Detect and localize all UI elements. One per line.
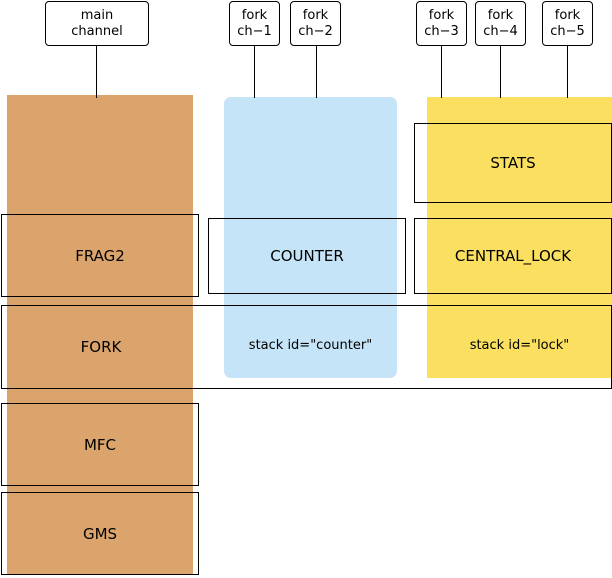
module-label: STATS — [490, 154, 536, 172]
module-frag2[interactable]: FRAG2 — [1, 214, 199, 297]
channel-label-line-2: ch−4 — [483, 23, 518, 39]
module-label: MFC — [83, 435, 117, 454]
channel-box-fork-ch-3[interactable]: fork ch−3 — [416, 1, 467, 46]
channel-box-fork-ch-5[interactable]: fork ch−5 — [542, 1, 593, 46]
connector-main-channel — [96, 46, 97, 98]
connector-fork-ch-5 — [567, 46, 568, 98]
channel-box-fork-ch-1[interactable]: fork ch−1 — [229, 1, 280, 46]
module-central-lock[interactable]: CENTRAL_LOCK — [414, 218, 612, 294]
channel-label-line-2: ch−2 — [298, 23, 333, 39]
module-mfc[interactable]: MFC — [1, 403, 199, 486]
channel-label-line-2: channel — [71, 23, 123, 39]
module-label: CENTRAL_LOCK — [454, 247, 572, 265]
channel-box-fork-ch-2[interactable]: fork ch−2 — [290, 1, 341, 46]
module-stats[interactable]: STATS — [414, 123, 612, 203]
channel-label-line-1: main — [80, 8, 114, 24]
channel-label-line-2: ch−5 — [550, 23, 585, 39]
connector-fork-ch-4 — [500, 46, 501, 98]
module-counter[interactable]: COUNTER — [208, 218, 406, 294]
module-label: GMS — [82, 524, 118, 543]
channel-label-line-1: fork — [487, 8, 514, 24]
channel-label-line-1: fork — [554, 8, 581, 24]
channel-label-line-1: fork — [241, 8, 268, 24]
channel-box-main-channel[interactable]: main channel — [45, 1, 149, 46]
module-label: FRAG2 — [75, 246, 125, 265]
connector-fork-ch-1 — [254, 46, 255, 98]
connector-fork-ch-3 — [441, 46, 442, 98]
channel-label-line-1: fork — [428, 8, 455, 24]
channel-label-line-2: ch−1 — [237, 23, 272, 39]
module-fork[interactable]: FORK — [1, 305, 612, 389]
module-gms[interactable]: GMS — [1, 492, 199, 575]
channel-label-line-1: fork — [302, 8, 329, 24]
connector-fork-ch-2 — [316, 46, 317, 98]
module-label: COUNTER — [270, 247, 344, 265]
channel-box-fork-ch-4[interactable]: fork ch−4 — [475, 1, 526, 46]
module-label: FORK — [80, 338, 122, 356]
protocol-stack-diagram: main channel fork ch−1 fork ch−2 fork ch… — [0, 0, 612, 578]
channel-label-line-2: ch−3 — [424, 23, 459, 39]
